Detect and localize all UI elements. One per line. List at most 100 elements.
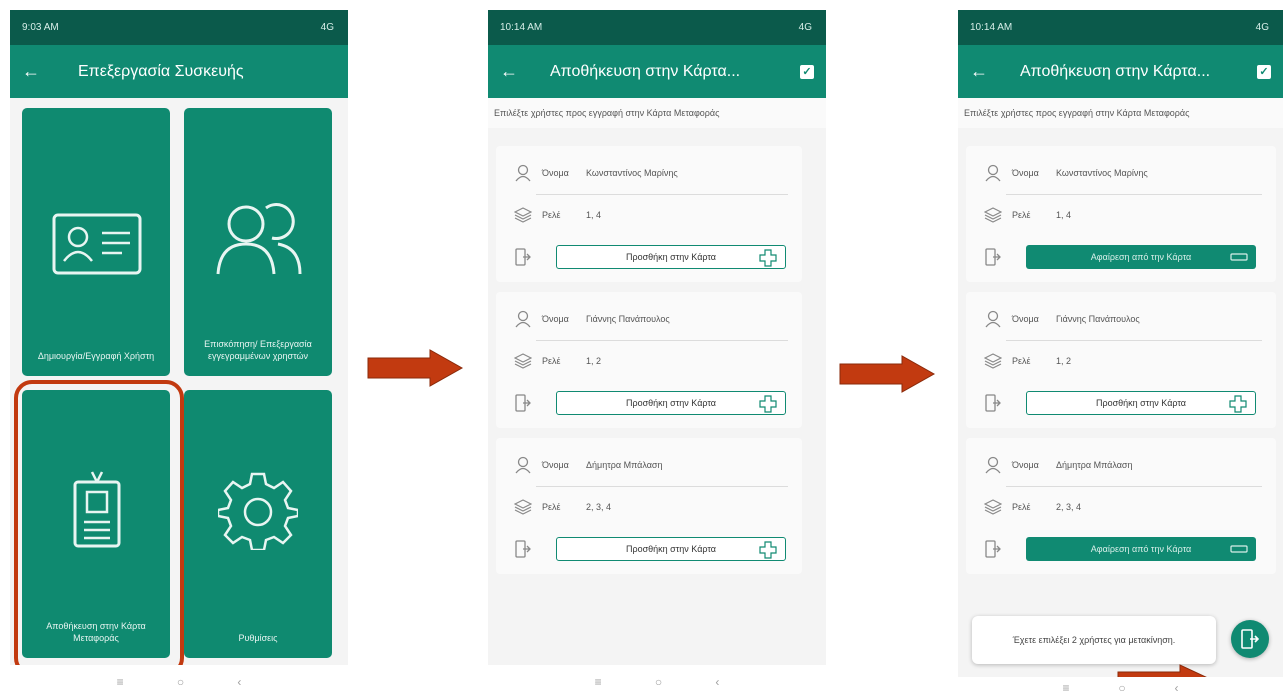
name-key: Όνομα — [1012, 168, 1039, 178]
card-transfer-icon — [980, 540, 1006, 558]
user-card: Όνομα Κωνσταντίνος Μαρίνης Ρελέ 1, 4 Προ… — [496, 146, 802, 282]
button-label: Αφαίρεση από την Κάρτα — [1090, 252, 1192, 262]
add-to-card-button[interactable]: Προσθήκη στην Κάρτα — [556, 245, 786, 269]
name-row: Όνομα Κωνσταντίνος Μαρίνης — [496, 154, 802, 192]
tile-view-users[interactable]: Επισκόπηση/ Επεξεργασία εγγεγραμμένων χρ… — [184, 108, 332, 376]
divider — [1006, 194, 1262, 195]
toast-message: Έχετε επιλέξει 2 χρήστες για μετακίνηση. — [1012, 635, 1176, 645]
user-roles: 1, 4 — [1056, 210, 1072, 220]
menu-nav-icon[interactable]: ≡ — [1062, 681, 1069, 695]
home-nav-icon[interactable]: ○ — [177, 675, 184, 689]
person-icon — [980, 310, 1006, 328]
tile-label: Δημιουργία/Εγγραφή Χρήστη — [37, 351, 155, 361]
name-key: Όνομα — [1012, 460, 1039, 470]
status-time: 10:14 AM — [970, 22, 1013, 33]
add-to-card-button[interactable]: Προσθήκη στην Κάρτα — [556, 537, 786, 561]
roles-key: Ρελέ — [542, 502, 561, 512]
user-card: Όνομα Γιάννης Πανάπουλος Ρελέ 1, 2 Προσθ… — [966, 292, 1276, 428]
confirm-check-icon[interactable]: ✓ — [1257, 64, 1271, 79]
highlight-frame — [14, 380, 184, 676]
name-row: Όνομα Δήμητρα Μπάλαση — [496, 446, 802, 484]
status-time: 9:03 AM — [22, 22, 59, 33]
app-bar: ← Αποθήκευση στην Κάρτα... ✓ — [488, 45, 826, 98]
add-to-card-button[interactable]: Προσθήκη στην Κάρτα — [1026, 391, 1256, 415]
roles-row: Ρελέ 2, 3, 4 — [496, 488, 802, 526]
remove-from-card-button[interactable]: Αφαίρεση από την Κάρτα — [1026, 245, 1256, 269]
divider — [1006, 340, 1262, 341]
person-icon — [510, 310, 536, 328]
card-transfer-icon — [510, 394, 536, 412]
user-name: Δήμητρα Μπάλαση — [1056, 460, 1133, 470]
status-signal: 4G — [798, 22, 812, 33]
back-nav-icon[interactable]: ‹ — [1175, 681, 1179, 695]
card-transfer-icon — [980, 248, 1006, 266]
status-signal: 4G — [1255, 22, 1269, 33]
name-key: Όνομα — [542, 168, 569, 178]
home-nav-icon[interactable]: ○ — [655, 675, 662, 689]
button-label: Προσθήκη στην Κάρτα — [1095, 398, 1187, 408]
status-time: 10:14 AM — [500, 22, 543, 33]
tile-label: Ρυθμίσεις — [238, 633, 278, 643]
back-arrow-icon[interactable]: ← — [970, 61, 1000, 82]
user-name: Γιάννης Πανάπουλος — [1056, 314, 1140, 324]
minus-icon — [1230, 545, 1248, 553]
layers-icon — [980, 353, 1006, 369]
back-nav-icon[interactable]: ‹ — [715, 675, 719, 689]
minus-icon — [1230, 253, 1248, 261]
roles-row: Ρελέ 1, 4 — [966, 196, 1276, 234]
page-title: Αποθήκευση στην Κάρτα... — [1020, 62, 1211, 80]
page-title: Επεξεργασία Συσκευής — [78, 62, 244, 80]
back-arrow-icon[interactable]: ← — [500, 61, 530, 82]
confirm-check-icon[interactable]: ✓ — [800, 64, 814, 79]
menu-nav-icon[interactable]: ≡ — [117, 675, 124, 689]
roles-key: Ρελέ — [1012, 356, 1031, 366]
user-roles: 1, 2 — [586, 356, 602, 366]
gear-icon — [218, 472, 298, 550]
selection-toast: Έχετε επιλέξει 2 χρήστες για μετακίνηση. — [972, 616, 1216, 664]
user-card: Όνομα Δήμητρα Μπάλαση Ρελέ 2, 3, 4 Προσθ… — [496, 438, 802, 574]
roles-key: Ρελέ — [542, 356, 561, 366]
home-nav-icon[interactable]: ○ — [1118, 681, 1125, 695]
phone-screen-save-to-card-selected: 10:14 AM 4G ← Αποθήκευση στην Κάρτα... ✓… — [958, 10, 1283, 699]
tile-label: Επισκόπηση/ Επεξεργασία εγγεγραμμένων χρ… — [204, 339, 312, 361]
roles-key: Ρελέ — [542, 210, 561, 220]
user-card: Όνομα Δήμητρα Μπάλαση Ρελέ 2, 3, 4 Αφαίρ… — [966, 438, 1276, 574]
user-roles: 1, 4 — [586, 210, 602, 220]
name-row: Όνομα Γιάννης Πανάπουλος — [966, 300, 1276, 338]
status-bar: 10:14 AM 4G — [488, 10, 826, 45]
roles-key: Ρελέ — [1012, 210, 1031, 220]
tile-settings[interactable]: Ρυθμίσεις — [184, 390, 332, 658]
layers-icon — [510, 353, 536, 369]
card-transfer-icon — [980, 394, 1006, 412]
plus-icon — [759, 395, 777, 413]
tile-create-user[interactable]: Δημιουργία/Εγγραφή Χρήστη — [22, 108, 170, 376]
user-roles: 2, 3, 4 — [1056, 502, 1082, 512]
back-arrow-icon[interactable]: ← — [22, 61, 52, 82]
button-label: Προσθήκη στην Κάρτα — [625, 252, 717, 262]
layers-icon — [980, 207, 1006, 223]
button-label: Αφαίρεση από την Κάρτα — [1090, 544, 1192, 554]
user-name: Κωνσταντίνος Μαρίνης — [586, 168, 678, 178]
users-icon — [216, 203, 302, 275]
transfer-fab-button[interactable] — [1231, 620, 1269, 658]
card-transfer-icon — [1241, 629, 1259, 649]
layers-icon — [980, 499, 1006, 515]
back-nav-icon[interactable]: ‹ — [237, 675, 241, 689]
page-title: Αποθήκευση στην Κάρτα... — [550, 62, 741, 80]
phone-screen-device-edit: 9:03 AM 4G ← Επεξεργασία Συσκευής Δημιου… — [10, 10, 348, 699]
name-row: Όνομα Κωνσταντίνος Μαρίνης — [966, 154, 1276, 192]
system-nav-bar: ≡ ○ ‹ — [488, 665, 826, 699]
remove-from-card-button[interactable]: Αφαίρεση από την Κάρτα — [1026, 537, 1256, 561]
add-to-card-button[interactable]: Προσθήκη στην Κάρτα — [556, 391, 786, 415]
flow-arrow-icon — [839, 355, 936, 393]
roles-row: Ρελέ 1, 2 — [496, 342, 802, 380]
plus-icon — [759, 249, 777, 267]
person-icon — [980, 456, 1006, 474]
user-card: Όνομα Γιάννης Πανάπουλος Ρελέ 1, 2 Προσθ… — [496, 292, 802, 428]
system-nav-bar: ≡ ○ ‹ — [958, 677, 1283, 699]
divider — [536, 194, 788, 195]
menu-nav-icon[interactable]: ≡ — [595, 675, 602, 689]
user-roles: 2, 3, 4 — [586, 502, 612, 512]
button-label: Προσθήκη στην Κάρτα — [625, 398, 717, 408]
app-bar: ← Επεξεργασία Συσκευής — [10, 45, 348, 98]
